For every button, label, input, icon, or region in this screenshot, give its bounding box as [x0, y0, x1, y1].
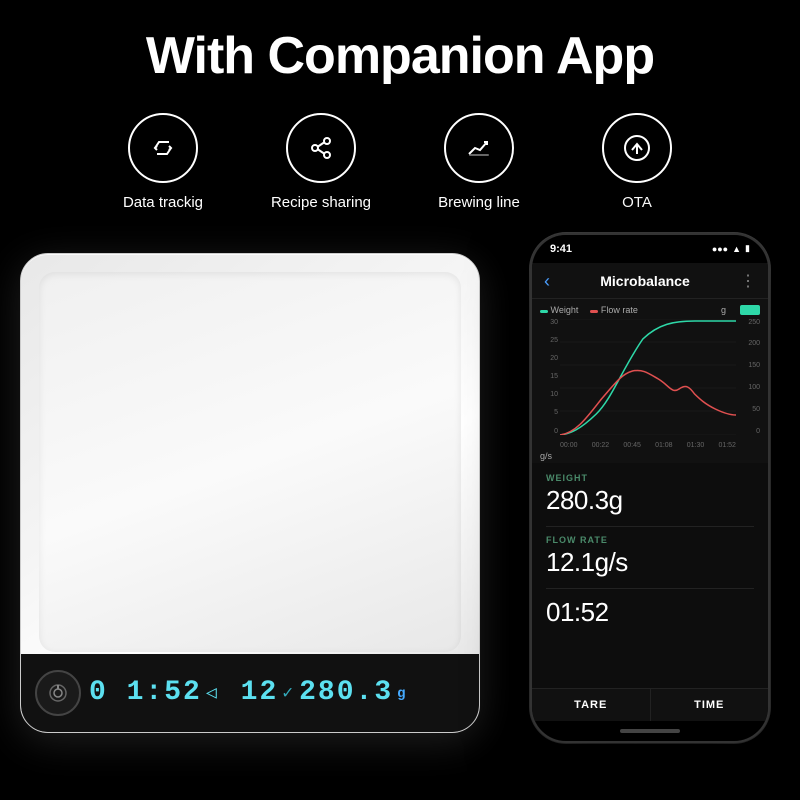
y-axis-left: 30 25 20 15 10 5 0: [540, 319, 558, 435]
x-0000: 00:00: [560, 442, 578, 449]
stat-time-row: 01:52: [546, 597, 754, 628]
wifi-icon: ▲: [732, 244, 741, 254]
left-axis-unit: g/s: [540, 451, 552, 461]
stat-flow-rate-label: FLOW RATE: [546, 535, 754, 545]
stat-flow-rate-value: 12.1g/s: [546, 547, 754, 578]
x-0152: 01:52: [718, 442, 736, 449]
y-left-20: 20: [550, 355, 558, 362]
y-left-30: 30: [550, 319, 558, 326]
stat-flow-rate-row: FLOW RATE 12.1g/s: [546, 535, 754, 578]
y-axis-right: 250 200 150 100 50 0: [738, 319, 760, 435]
legend-flow-rate: Flow rate: [590, 305, 638, 315]
y-left-25: 25: [550, 337, 558, 344]
feature-ota: OTA: [582, 113, 692, 213]
stat-time-value: 01:52: [546, 597, 754, 628]
data-tracking-label: Data trackig: [123, 193, 203, 213]
y-right-50: 50: [752, 406, 760, 413]
recipe-sharing-icon-circle: [286, 113, 356, 183]
phone-status-icons: ●●● ▲ ▮: [712, 243, 750, 254]
chart-legend: Weight Flow rate g: [540, 305, 760, 315]
weight-legend-dot: [540, 310, 548, 313]
tare-button[interactable]: TARE: [532, 689, 650, 721]
legend-weight: Weight: [540, 305, 578, 315]
app-header: ‹ Microbalance ⋮: [532, 263, 768, 299]
y-right-250: 250: [748, 319, 760, 326]
y-left-0: 0: [554, 428, 558, 435]
phone-home-bar: [532, 721, 768, 741]
x-0108: 01:08: [655, 442, 673, 449]
phone-status-bar: 9:41 ●●● ▲ ▮: [532, 235, 768, 263]
recipe-sharing-label: Recipe sharing: [271, 193, 371, 213]
feature-recipe-sharing: Recipe sharing: [266, 113, 376, 213]
home-indicator: [620, 729, 680, 733]
axis-units-row: g/s: [540, 451, 760, 461]
brewing-line-label: Brewing line: [438, 193, 520, 213]
scale-time-display: 0 1:52: [89, 677, 202, 708]
page-title: With Companion App: [20, 28, 780, 85]
ota-label: OTA: [622, 193, 652, 213]
phone-clock: 9:41: [550, 243, 572, 255]
scale-power-button[interactable]: [35, 670, 81, 716]
scale-display-bar: 0 1:52 ◁ 12 ✓ 280.3 g: [21, 654, 479, 732]
x-0022: 00:22: [592, 442, 610, 449]
features-row: Data trackig Recipe sharing Brewing line: [0, 103, 800, 233]
header-section: With Companion App: [0, 0, 800, 103]
x-0130: 01:30: [687, 442, 705, 449]
phone-screen: ‹ Microbalance ⋮ Weight Flow rate g: [532, 263, 768, 721]
scale-unit: g: [397, 686, 407, 702]
chart-color-bar: [740, 305, 760, 315]
arrows-icon: [147, 132, 179, 164]
scale-weight-display: 12: [241, 677, 279, 708]
x-axis: 00:00 00:22 00:45 01:08 01:30 01:52: [560, 442, 736, 449]
weight-legend-label: Weight: [551, 305, 579, 315]
data-tracking-icon-circle: [128, 113, 198, 183]
app-more-button[interactable]: ⋮: [740, 271, 756, 291]
brewing-line-icon-circle: [444, 113, 514, 183]
stat-weight-label: WEIGHT: [546, 473, 754, 483]
scale-device: 0 1:52 ◁ 12 ✓ 280.3 g: [20, 253, 480, 733]
y-right-150: 150: [748, 362, 760, 369]
scale-check-icon: ✓: [282, 682, 295, 704]
y-right-100: 100: [748, 384, 760, 391]
y-right-200: 200: [748, 340, 760, 347]
y-left-10: 10: [550, 391, 558, 398]
share-icon: [305, 132, 337, 164]
phone-device: 9:41 ●●● ▲ ▮ ‹ Microbalance ⋮ Weight: [530, 233, 770, 743]
y-left-5: 5: [554, 409, 558, 416]
product-area: 0 1:52 ◁ 12 ✓ 280.3 g 9:41 ●●● ▲ ▮: [0, 233, 800, 773]
ota-icon-circle: [602, 113, 672, 183]
chart-line-icon: [463, 132, 495, 164]
app-title: Microbalance: [600, 273, 689, 289]
feature-data-tracking: Data trackig: [108, 113, 218, 213]
upload-icon: [621, 132, 653, 164]
scale-surface: [39, 272, 461, 652]
app-back-button[interactable]: ‹: [544, 271, 550, 292]
scale-sound-icon: ◁: [206, 682, 219, 704]
scale-logo-icon: [47, 682, 69, 704]
x-0045: 00:45: [623, 442, 641, 449]
stat-weight-row: WEIGHT 280.3g: [546, 473, 754, 516]
scale-readout: 0 1:52 ◁ 12 ✓ 280.3 g: [89, 677, 465, 708]
stat-divider-2: [546, 588, 754, 589]
stats-section: WEIGHT 280.3g FLOW RATE 12.1g/s 01:52: [532, 463, 768, 688]
stat-divider-1: [546, 526, 754, 527]
feature-brewing-line: Brewing line: [424, 113, 534, 213]
chart-svg: [560, 319, 736, 435]
flow-rate-legend-label: Flow rate: [601, 305, 638, 315]
y-right-0: 0: [756, 428, 760, 435]
chart-right-unit-label: g: [721, 305, 726, 315]
y-left-15: 15: [550, 373, 558, 380]
chart-container: 30 25 20 15 10 5 0 250 200 150 100: [540, 319, 760, 449]
scale-weight-full: 280.3: [299, 677, 393, 708]
flow-rate-legend-dot: [590, 310, 598, 313]
chart-area: Weight Flow rate g 30 25 20: [532, 299, 768, 463]
time-button[interactable]: TIME: [650, 689, 769, 721]
stat-weight-value: 280.3g: [546, 485, 754, 516]
phone-action-buttons: TARE TIME: [532, 688, 768, 721]
signal-icon: ●●●: [712, 244, 728, 254]
battery-icon: ▮: [745, 243, 750, 254]
